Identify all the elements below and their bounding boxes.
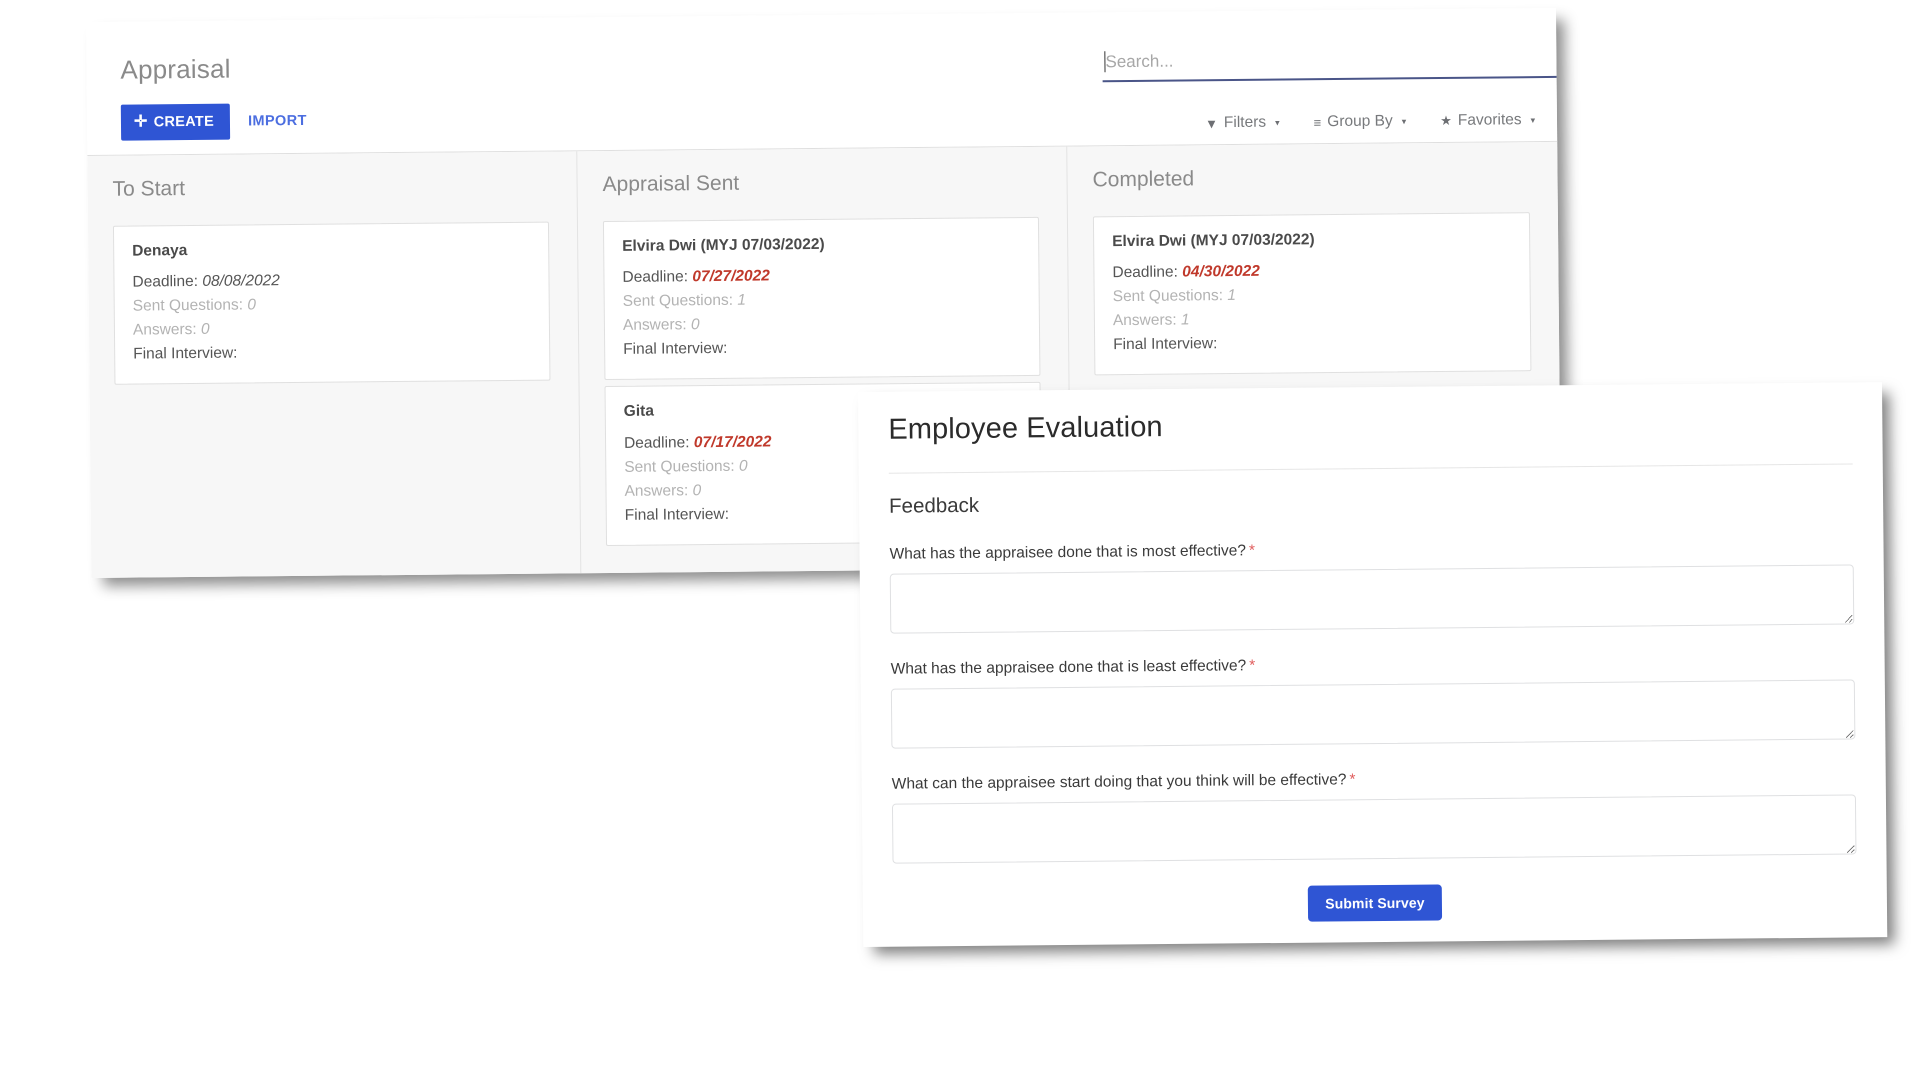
card-final-interview: Final Interview: [623,334,1021,362]
group-by-dropdown[interactable]: ≡ Group By ▾ [1314,112,1407,131]
kanban-column-title: Appraisal Sent [602,171,740,197]
card-sent-questions-label: Sent Questions: [1112,287,1224,306]
card-final-interview: Final Interview: [1113,330,1512,358]
kanban-column-to-start: To Start Denaya Deadline: 08/08/2022 Sen… [87,151,582,578]
group-by-label: Group By [1327,112,1393,131]
question-label-3: What can the appraisee start doing that … [892,766,1856,795]
card-answers-label: Answers: [132,321,197,339]
card-answers-value: 0 [200,321,210,339]
card-deadline-label: Deadline: [623,434,690,452]
submit-survey-button[interactable]: Submit Survey [1308,884,1442,923]
card-answers-value: 0 [692,481,702,500]
evaluation-title: Employee Evaluation [888,411,1163,446]
card-deadline-label: Deadline: [132,273,199,291]
card-answers-value: 0 [690,316,700,334]
question-label-2: What has the appraisee done that is leas… [891,651,1855,680]
kanban-card[interactable]: Elvira Dwi (MYJ 07/03/2022) Deadline: 04… [1092,212,1532,376]
create-button[interactable]: ✛ CREATE [120,103,231,141]
card-sent-questions-value: 1 [1227,287,1236,305]
question-block-3: What can the appraisee start doing that … [891,766,1857,865]
question-block-2: What has the appraisee done that is leas… [891,651,1856,749]
card-sent-questions-value: 1 [737,292,747,310]
filters-label: Filters [1223,113,1267,132]
kanban-card[interactable]: Elvira Dwi (MYJ 07/03/2022) Deadline: 07… [602,216,1041,381]
required-asterisk: * [1248,542,1256,560]
filters-dropdown[interactable]: ▼ Filters ▾ [1205,114,1280,133]
required-asterisk: * [1349,771,1356,789]
search-control-panel: ▼ Filters ▾ ≡ Group By ▾ ★ Favorites ▾ [1205,111,1535,132]
action-button-row: ✛ CREATE IMPORT [120,103,307,141]
card-sent-questions-label: Sent Questions: [622,292,734,311]
evaluation-form: Employee Evaluation Feedback What has th… [858,382,1887,926]
question-label-1: What has the appraisee done that is most… [889,535,1853,564]
star-icon: ★ [1440,112,1452,129]
kanban-column-title: Completed [1092,167,1195,192]
card-sent-questions-label: Sent Questions: [624,457,735,476]
card-sent-questions-value: 0 [247,296,257,314]
card-final-interview-label: Final Interview: [1113,335,1218,354]
control-panel-header: Appraisal ✛ CREATE IMPORT ▼ Filters ▾ [86,7,1562,156]
search-box [1102,45,1562,83]
title-divider [888,463,1853,474]
kanban-card[interactable]: Denaya Deadline: 08/08/2022 Sent Questio… [112,221,551,386]
card-deadline-value: 08/08/2022 [202,272,280,291]
kanban-column-cards: Elvira Dwi (MYJ 07/03/2022) Deadline: 04… [1068,188,1560,376]
kanban-column-cards: Denaya Deadline: 08/08/2022 Sent Questio… [88,197,579,386]
search-text-caret [1104,51,1106,73]
favorites-dropdown[interactable]: ★ Favorites ▾ [1440,111,1535,130]
question-answer-textarea-3[interactable] [891,794,1857,865]
card-answers-label: Answers: [624,482,689,500]
favorites-label: Favorites [1457,111,1522,129]
employee-evaluation-window: Employee Evaluation Feedback What has th… [858,382,1888,947]
submit-row: Submit Survey [893,881,1857,926]
card-sent-questions-value: 0 [738,457,748,475]
question-answer-textarea-1[interactable] [889,564,1855,634]
card-final-interview-label: Final Interview: [624,505,730,524]
question-block-1: What has the appraisee done that is most… [889,535,1855,634]
card-title: Denaya [132,242,188,260]
card-deadline-value: 07/27/2022 [692,267,770,286]
card-sent-questions-label: Sent Questions: [132,296,244,315]
card-deadline-label: Deadline: [1112,263,1179,282]
card-title: Elvira Dwi (MYJ 07/03/2022) [1112,231,1315,251]
card-answers-label: Answers: [622,316,687,335]
required-asterisk: * [1249,657,1256,675]
card-final-interview-label: Final Interview: [623,340,728,359]
plus-icon: ✛ [133,113,148,131]
chevron-down-icon: ▾ [1530,114,1536,125]
kanban-column-title: To Start [112,177,186,201]
create-button-label: CREATE [153,113,215,131]
question-text-3: What can the appraisee start doing that … [891,771,1347,793]
hamburger-icon: ≡ [1313,114,1322,130]
card-deadline-value: 07/17/2022 [693,433,772,451]
card-answers-value: 1 [1180,311,1190,329]
card-final-interview: Final Interview: [133,339,531,367]
question-text-1: What has the appraisee done that is most… [889,542,1247,563]
card-deadline-value: 04/30/2022 [1182,263,1260,281]
screenshot-stage: Appraisal ✛ CREATE IMPORT ▼ Filters ▾ [0,0,1920,1080]
funnel-icon: ▼ [1204,115,1218,131]
chevron-down-icon: ▾ [1401,115,1407,126]
card-answers-label: Answers: [1112,311,1177,330]
card-title: Elvira Dwi (MYJ 07/03/2022) [622,235,825,255]
feedback-section-title: Feedback [888,493,980,518]
page-title: Appraisal [120,53,231,85]
card-deadline-label: Deadline: [622,268,689,287]
import-button[interactable]: IMPORT [248,113,307,130]
question-answer-textarea-2[interactable] [890,679,1856,749]
question-text-2: What has the appraisee done that is leas… [890,657,1247,678]
search-input[interactable] [1102,45,1562,83]
chevron-down-icon: ▾ [1275,117,1280,128]
card-final-interview-label: Final Interview: [133,344,238,363]
